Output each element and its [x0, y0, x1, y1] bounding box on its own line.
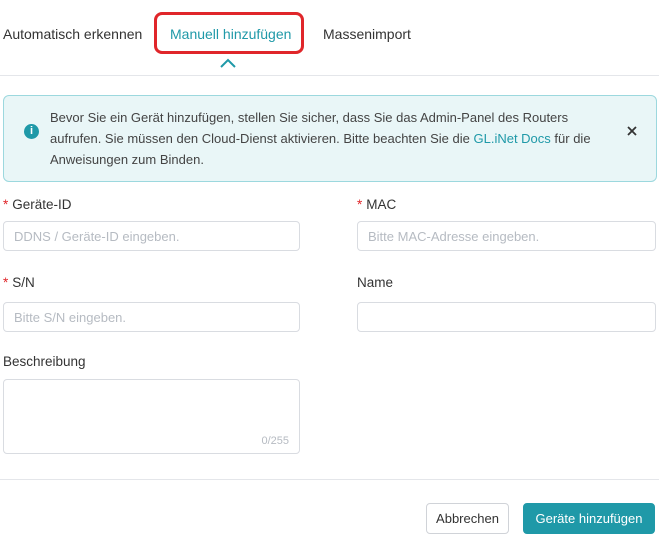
mac-input[interactable] — [357, 221, 656, 251]
alert-message: Bevor Sie ein Gerät hinzufügen, stellen … — [50, 107, 620, 170]
info-alert: i Bevor Sie ein Gerät hinzufügen, stelle… — [3, 95, 657, 182]
add-device-button[interactable]: Geräte hinzufügen — [523, 503, 655, 534]
tab-auto-detect[interactable]: Automatisch erkennen — [3, 26, 142, 42]
required-mark: * — [3, 197, 9, 212]
close-icon[interactable] — [624, 123, 640, 139]
sn-input[interactable] — [3, 302, 300, 332]
chevron-up-icon — [220, 58, 236, 68]
cancel-button[interactable]: Abbrechen — [426, 503, 509, 534]
device-id-input[interactable] — [3, 221, 300, 251]
required-mark: * — [357, 197, 363, 212]
footer-divider — [0, 479, 659, 480]
description-textarea[interactable] — [4, 380, 299, 453]
description-field: 0/255 — [3, 379, 300, 454]
required-mark: * — [3, 275, 9, 290]
mac-label: * MAC — [357, 197, 396, 212]
tab-bulk-import[interactable]: Massenimport — [323, 26, 411, 42]
tab-manual-add[interactable]: Manuell hinzufügen — [170, 26, 291, 42]
description-label: Beschreibung — [3, 354, 86, 369]
mac-label-text: MAC — [366, 197, 397, 212]
char-counter: 0/255 — [261, 435, 289, 447]
sn-label-text: S/N — [12, 275, 35, 290]
name-input[interactable] — [357, 302, 656, 332]
tab-bar: Automatisch erkennen Manuell hinzufügen … — [0, 0, 659, 76]
docs-link[interactable]: GL.iNet Docs — [473, 131, 550, 146]
description-label-text: Beschreibung — [3, 354, 86, 369]
name-label-text: Name — [357, 275, 394, 290]
info-icon: i — [24, 124, 39, 139]
name-label: Name — [357, 275, 393, 290]
device-id-label-text: Geräte-ID — [12, 197, 72, 212]
sn-label: * S/N — [3, 275, 35, 290]
device-id-label: * Geräte-ID — [3, 197, 72, 212]
